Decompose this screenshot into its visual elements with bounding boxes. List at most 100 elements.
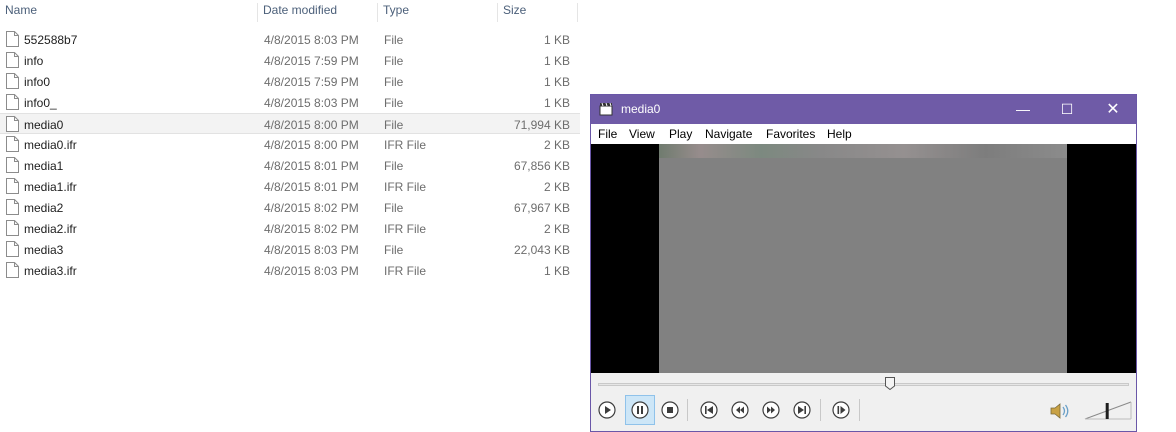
file-list: 552588b7 4/8/2015 8:03 PM File 1 KB info 4/8/… [0, 29, 580, 281]
skip-back-button[interactable] [698, 399, 720, 421]
file-size: 67,967 KB [513, 201, 570, 215]
file-icon [6, 94, 19, 110]
file-icon [6, 136, 19, 152]
fast-forward-button[interactable] [760, 399, 782, 421]
file-name: 552588b7 [24, 33, 78, 47]
file-icon [6, 220, 19, 236]
file-name: media1.ifr [24, 180, 77, 194]
maximize-button[interactable]: ☐ [1044, 95, 1090, 124]
step-frame-button[interactable] [830, 399, 852, 421]
file-size: 1 KB [543, 264, 570, 278]
seek-thumb[interactable] [885, 377, 896, 390]
file-row[interactable]: media1.ifr 4/8/2015 8:01 PM IFR File 2 KB [0, 176, 580, 197]
file-icon [6, 31, 19, 47]
file-explorer-pane: Name Date modified Type Size 552588b7 4/8… [0, 0, 580, 432]
file-date-modified: 4/8/2015 8:02 PM [264, 222, 359, 236]
file-date-modified: 4/8/2015 8:01 PM [264, 159, 359, 173]
file-row[interactable]: media2 4/8/2015 8:02 PM File 67,967 KB [0, 197, 580, 218]
file-row[interactable]: info0_ 4/8/2015 8:03 PM File 1 KB [0, 92, 580, 113]
file-size: 1 KB [543, 33, 570, 47]
file-name: info0_ [24, 96, 57, 110]
media-player-window: media0 — ☐ ✕ File View Play Navigate Fav… [590, 94, 1137, 432]
control-separator [820, 399, 821, 421]
file-type: File [384, 201, 404, 215]
stop-icon [667, 407, 673, 413]
control-separator [687, 399, 688, 421]
file-date-modified: 4/8/2015 8:02 PM [264, 201, 359, 215]
window-title: media0 [621, 102, 661, 116]
file-icon [6, 262, 19, 278]
file-type: File [384, 243, 404, 257]
file-row[interactable]: 552588b7 4/8/2015 8:03 PM File 1 KB [0, 29, 580, 50]
file-name: media3 [24, 243, 64, 257]
file-name: media2.ifr [24, 222, 77, 236]
file-icon [6, 52, 19, 68]
minimize-button[interactable]: — [1000, 95, 1046, 124]
menu-help[interactable]: Help [827, 127, 852, 141]
clapperboard-icon [599, 102, 613, 116]
file-type: IFR File [384, 138, 426, 152]
file-date-modified: 4/8/2015 8:03 PM [264, 264, 359, 278]
file-name: media0.ifr [24, 138, 77, 152]
file-row[interactable]: media0.ifr 4/8/2015 8:00 PM IFR File 2 KB [0, 134, 580, 155]
file-type: IFR File [384, 222, 426, 236]
pause-button[interactable] [625, 395, 655, 425]
file-row[interactable]: media1 4/8/2015 8:01 PM File 67,856 KB [0, 155, 580, 176]
file-size: 67,856 KB [513, 159, 570, 173]
file-row[interactable]: media0 4/8/2015 8:00 PM File 71,994 KB [0, 113, 580, 134]
file-type: File [384, 54, 404, 68]
title-bar[interactable]: media0 — ☐ ✕ [591, 95, 1136, 124]
column-header-size[interactable]: Size [498, 3, 578, 22]
file-icon [6, 157, 19, 173]
file-type: IFR File [384, 264, 426, 278]
file-name: media0 [24, 118, 64, 132]
file-row[interactable]: media3 4/8/2015 8:03 PM File 22,043 KB [0, 239, 580, 260]
control-separator [859, 399, 860, 421]
column-header-date-modified[interactable]: Date modified [258, 3, 378, 22]
file-name: media2 [24, 201, 64, 215]
volume-slider[interactable] [1083, 399, 1133, 423]
file-type: IFR File [384, 180, 426, 194]
file-row[interactable]: info0 4/8/2015 7:59 PM File 1 KB [0, 71, 580, 92]
play-button[interactable] [596, 399, 618, 421]
video-artifact-strip [659, 144, 1067, 158]
file-date-modified: 4/8/2015 8:03 PM [264, 243, 359, 257]
control-bar [591, 373, 1136, 431]
file-name: media3.ifr [24, 264, 77, 278]
file-date-modified: 4/8/2015 8:01 PM [264, 180, 359, 194]
speaker-icon[interactable] [1049, 401, 1071, 421]
file-size: 1 KB [543, 96, 570, 110]
file-icon [6, 178, 19, 194]
file-icon [6, 241, 19, 257]
file-icon [6, 73, 19, 89]
file-date-modified: 4/8/2015 7:59 PM [264, 54, 359, 68]
file-row[interactable]: media3.ifr 4/8/2015 8:03 PM IFR File 1 KB [0, 260, 580, 281]
file-size: 2 KB [543, 138, 570, 152]
file-type: File [384, 96, 404, 110]
file-type: File [384, 159, 404, 173]
menu-file[interactable]: File [598, 127, 617, 141]
file-type: File [384, 118, 404, 132]
column-header-name[interactable]: Name [0, 3, 258, 22]
pause-icon [631, 401, 649, 419]
video-area[interactable] [591, 144, 1136, 373]
menu-view[interactable]: View [629, 127, 655, 141]
rewind-button[interactable] [729, 399, 751, 421]
volume-thumb [1105, 403, 1109, 419]
column-header-row: Name Date modified Type Size [0, 0, 580, 22]
file-row[interactable]: info 4/8/2015 7:59 PM File 1 KB [0, 50, 580, 71]
file-row[interactable]: media2.ifr 4/8/2015 8:02 PM IFR File 2 KB [0, 218, 580, 239]
file-name: info0 [24, 75, 51, 89]
close-button[interactable]: ✕ [1090, 95, 1136, 124]
stop-button[interactable] [659, 399, 681, 421]
menu-play[interactable]: Play [669, 127, 692, 141]
file-icon [6, 116, 19, 132]
file-name: media1 [24, 159, 64, 173]
menu-favorites[interactable]: Favorites [766, 127, 815, 141]
seek-bar[interactable] [598, 383, 1129, 386]
file-date-modified: 4/8/2015 8:00 PM [264, 138, 359, 152]
skip-forward-button[interactable] [791, 399, 813, 421]
column-header-type[interactable]: Type [378, 3, 498, 22]
menu-navigate[interactable]: Navigate [705, 127, 752, 141]
file-size: 1 KB [543, 75, 570, 89]
